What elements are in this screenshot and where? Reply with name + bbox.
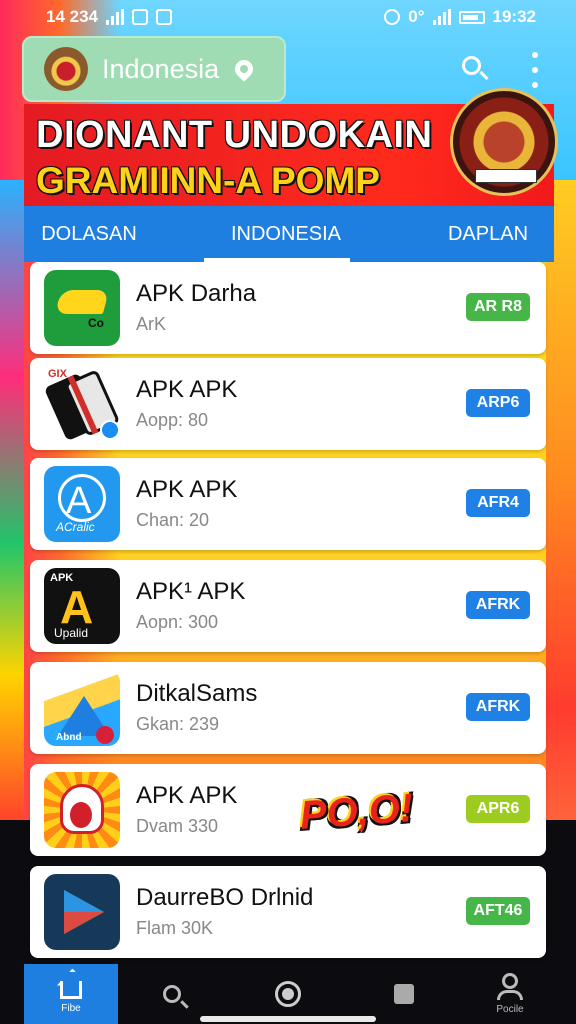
list-item[interactable]: Abnd DitkalSams Gkan: 239 AFRK	[30, 662, 546, 754]
app-install-chip[interactable]: ARP6	[466, 389, 530, 417]
play-store-icon-bottom	[64, 912, 104, 934]
app-icon-label: Upalid	[54, 626, 89, 640]
app-subtitle: Dvam 330	[136, 816, 219, 836]
app-title: DaurreBO Drlnid	[136, 884, 314, 911]
app-install-chip[interactable]: AR R8	[466, 293, 530, 321]
app-title: APK APK	[136, 782, 238, 809]
search-icon-handle	[479, 70, 489, 81]
app-install-chip[interactable]: AFRK	[466, 693, 530, 721]
play-store-icon-top	[64, 890, 104, 912]
app-icon-label: Abnd	[56, 732, 82, 743]
app-title: APK APK	[136, 476, 238, 503]
battery-icon	[458, 10, 485, 24]
profile-icon-body	[497, 990, 523, 1000]
list-item[interactable]: APK APK Dvam 330 APR6	[30, 764, 546, 856]
home-icon	[60, 980, 82, 999]
profile-icon	[502, 973, 518, 989]
letter-a-icon: A	[66, 480, 92, 522]
app-subtitle: Flam 30K	[136, 918, 214, 938]
banner-headline: DIONANT UNDOKAIN	[36, 114, 433, 156]
home-gesture-handle[interactable]	[200, 1016, 376, 1022]
app-icon: Co	[44, 270, 120, 346]
app-subtitle: Gkan: 239	[136, 714, 220, 734]
app-title: DitkalSams	[136, 680, 258, 707]
app-icon: Abnd	[44, 670, 120, 746]
app-icon-label: GIX	[48, 368, 67, 380]
nav-search[interactable]	[148, 964, 196, 1024]
app-icon: APK A Upalid	[44, 568, 120, 644]
alarm-icon	[384, 9, 401, 25]
nav-apps[interactable]	[380, 964, 428, 1024]
app-list: Co APK Darha ArK AR R8 GIX APK APK Aopp:…	[24, 262, 554, 962]
more-dot-icon	[532, 82, 538, 88]
app-install-chip[interactable]: AFRK	[466, 591, 530, 619]
square-icon	[394, 984, 414, 1004]
settings-badge-icon	[100, 420, 120, 440]
location-pin-icon	[231, 56, 257, 82]
nav-profile[interactable]: Pocile	[480, 964, 540, 1024]
status-time-right: 19:32	[492, 7, 536, 26]
list-item[interactable]: Co APK Darha ArK AR R8	[30, 262, 546, 354]
app-icon: GIX	[44, 366, 120, 442]
garuda-emblem-icon	[44, 47, 88, 91]
app-icon	[44, 874, 120, 950]
mouth-icon	[70, 802, 92, 828]
tab-indonesia[interactable]: INDONESIA	[224, 206, 348, 262]
nav-profile-label: Pocile	[496, 1004, 524, 1015]
app-title: APK¹ APK	[136, 578, 246, 605]
app-install-chip[interactable]: AFT46	[466, 897, 530, 925]
badge-ribbon	[475, 169, 537, 183]
app-install-chip[interactable]: AFR4	[466, 489, 530, 517]
list-item[interactable]: DaurreBO Drlnid Flam 30K AFT46	[30, 866, 546, 958]
app-install-chip[interactable]: APR6	[466, 795, 530, 823]
app-title: APK Darha	[136, 280, 257, 307]
app-subtitle: ArK	[136, 314, 167, 334]
app-icon: A ACralic	[44, 466, 120, 542]
more-options-button[interactable]	[530, 52, 540, 88]
status-time-left: 14 234	[46, 7, 98, 26]
bottom-navigation: Fibe Pocile	[24, 964, 554, 1024]
app-subtitle: Chan: 20	[136, 510, 210, 530]
list-item[interactable]: GIX APK APK Aopp: 80 ARP6	[30, 358, 546, 450]
tab-dolasan[interactable]: DOLASAN	[24, 206, 154, 262]
wing-icon	[54, 290, 110, 314]
search-button[interactable]	[460, 54, 490, 84]
signal-icon	[106, 9, 124, 25]
app-subtitle: Aopn: 300	[136, 612, 219, 632]
more-dot-icon	[532, 67, 538, 73]
record-icon	[275, 981, 301, 1007]
cell-signal-icon	[432, 9, 451, 25]
banner-subheadline: GRAMIINN-A POMP	[36, 160, 380, 201]
search-icon	[163, 985, 181, 1003]
list-item[interactable]: APK A Upalid APK¹ APK Aopn: 300 AFRK	[30, 560, 546, 652]
app-title: APK APK	[136, 376, 238, 403]
region-selector[interactable]: Indonesia	[22, 36, 286, 102]
promo-sticker: PO,O!	[298, 786, 415, 838]
app-icon-label: ACralic	[56, 520, 95, 534]
tab-daplan[interactable]: DAPLAN	[438, 206, 538, 262]
background-left-stripe	[0, 180, 24, 840]
image-icon	[156, 9, 172, 25]
more-dot-icon	[532, 52, 538, 58]
garuda-badge-icon	[450, 88, 558, 196]
red-badge-icon	[96, 726, 114, 744]
list-item[interactable]: A ACralic APK APK Chan: 20 AFR4	[30, 458, 546, 550]
notification-icon	[132, 9, 148, 25]
category-tabs: DOLASAN INDONESIA DAPLAN	[24, 206, 554, 262]
status-bar: 14 234 0° 19:32	[0, 0, 576, 34]
app-icon	[44, 772, 120, 848]
status-indicator: 0°	[408, 7, 425, 26]
nav-home-label: Fibe	[61, 1002, 81, 1014]
nav-home[interactable]: Fibe	[24, 964, 118, 1024]
search-icon	[462, 56, 481, 75]
region-label: Indonesia	[102, 53, 220, 84]
app-bar: Indonesia	[22, 36, 540, 102]
nav-center[interactable]	[264, 964, 312, 1024]
app-subtitle: Aopp: 80	[136, 410, 209, 430]
app-icon-label: Co	[88, 316, 104, 330]
